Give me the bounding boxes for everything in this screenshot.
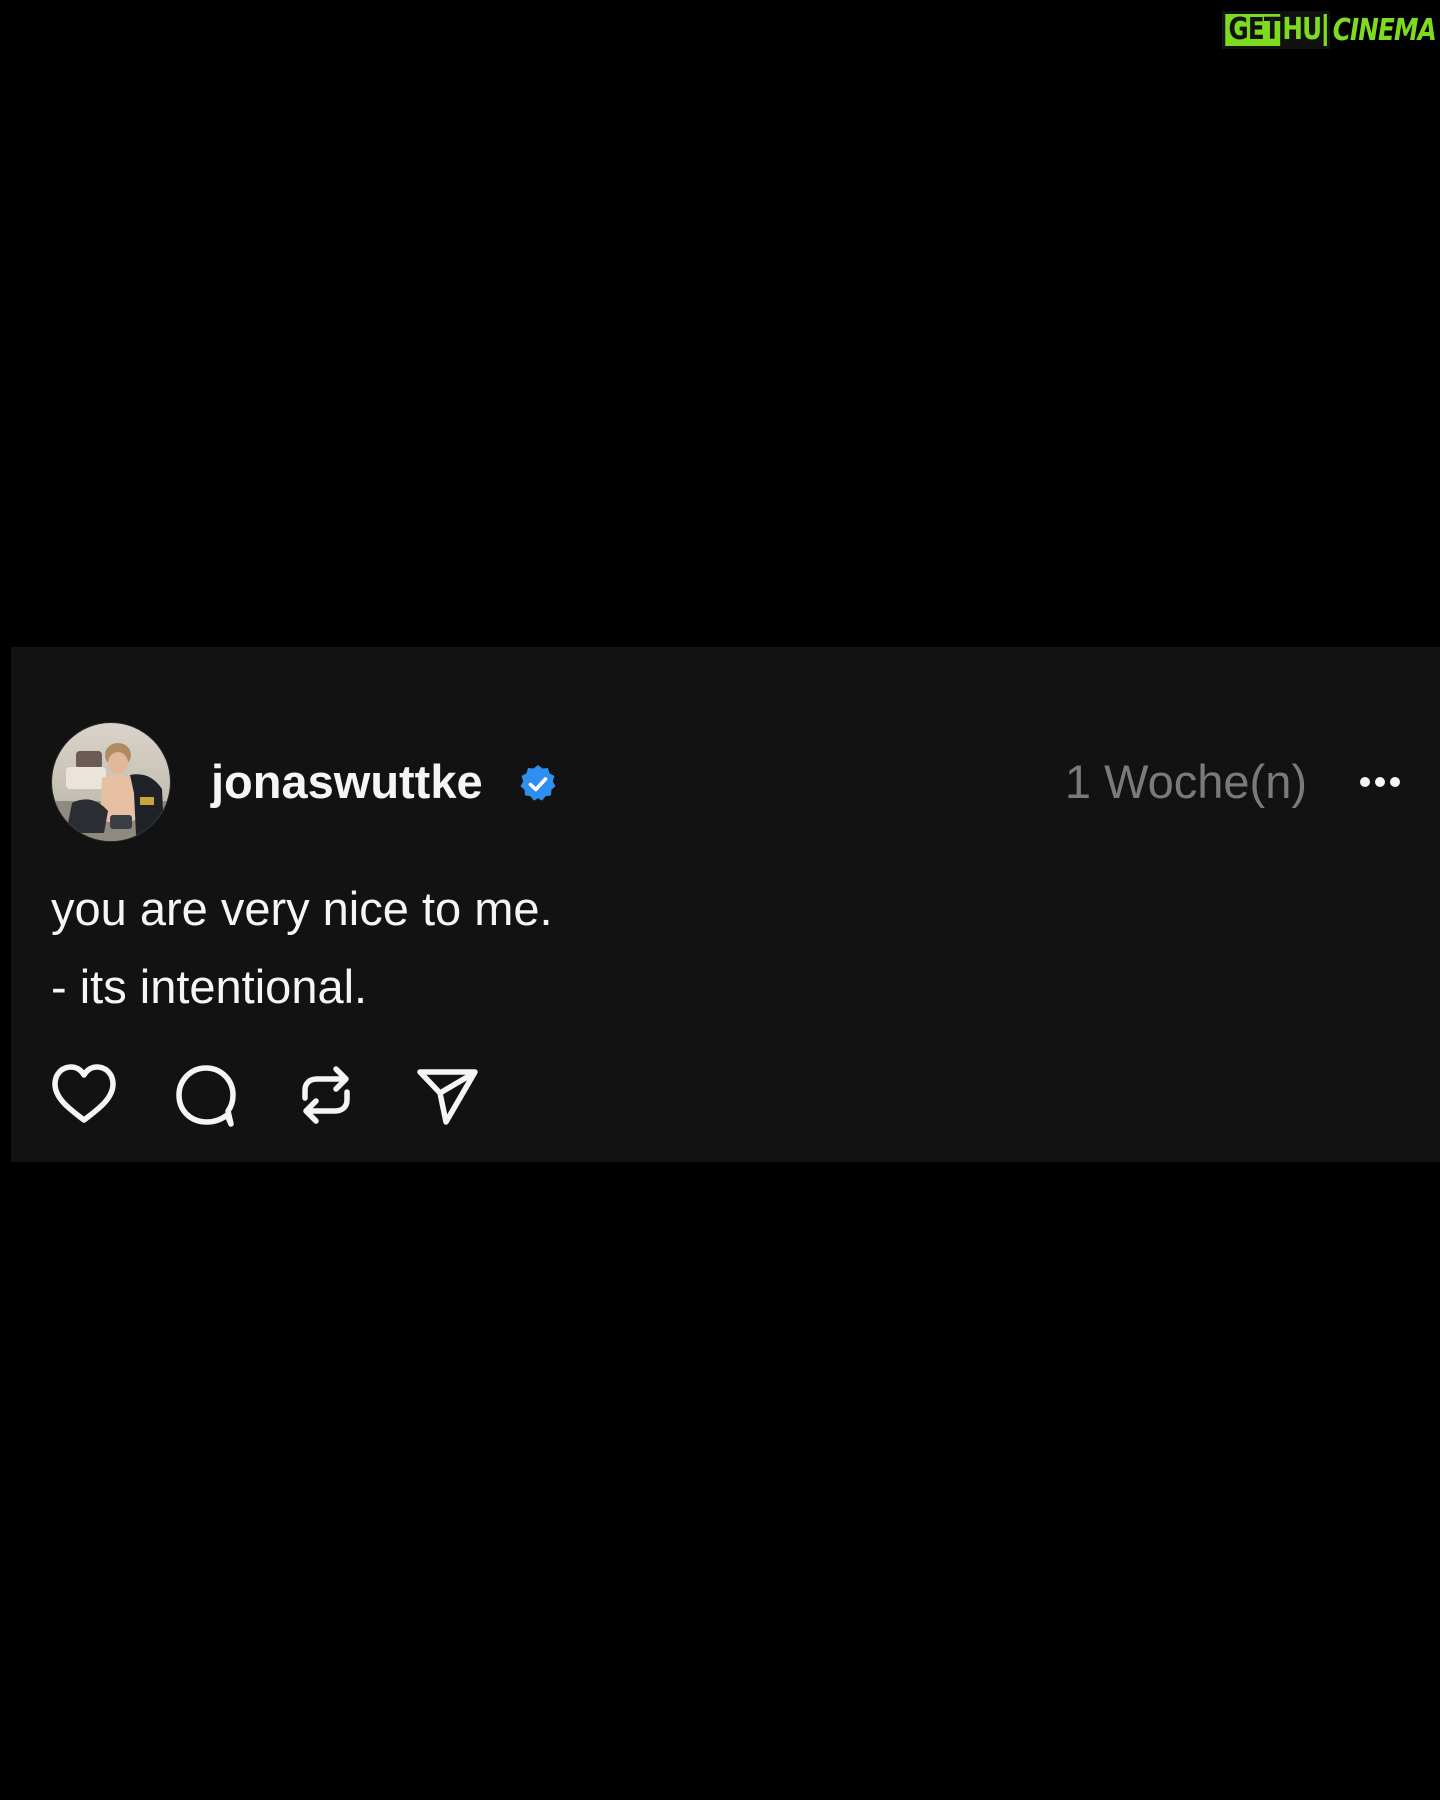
watermark-part1: GET [1228, 12, 1281, 47]
heart-icon[interactable] [49, 1060, 119, 1130]
more-options-icon[interactable] [1348, 762, 1412, 802]
repost-icon[interactable] [291, 1060, 361, 1130]
watermark-logo: GETHU CINEMA [1222, 11, 1437, 49]
share-icon[interactable] [412, 1060, 482, 1130]
post-text-line-2: - its intentional. [51, 960, 368, 1013]
watermark-part3: CINEMA [1332, 12, 1437, 48]
post-card: jonaswuttke 1 Woche(n) you are very nice… [11, 647, 1440, 1162]
verified-badge-icon [520, 765, 556, 801]
post-text-line-1: you are very nice to me. [51, 882, 553, 935]
comment-icon[interactable] [171, 1060, 241, 1130]
username[interactable]: jonaswuttke [211, 757, 483, 807]
avatar-photo [52, 723, 170, 841]
watermark-part2: HU [1279, 12, 1324, 47]
post-timestamp: 1 Woche(n) [1064, 755, 1307, 808]
avatar[interactable] [51, 722, 171, 842]
watermark-box: GETHU [1222, 11, 1330, 49]
